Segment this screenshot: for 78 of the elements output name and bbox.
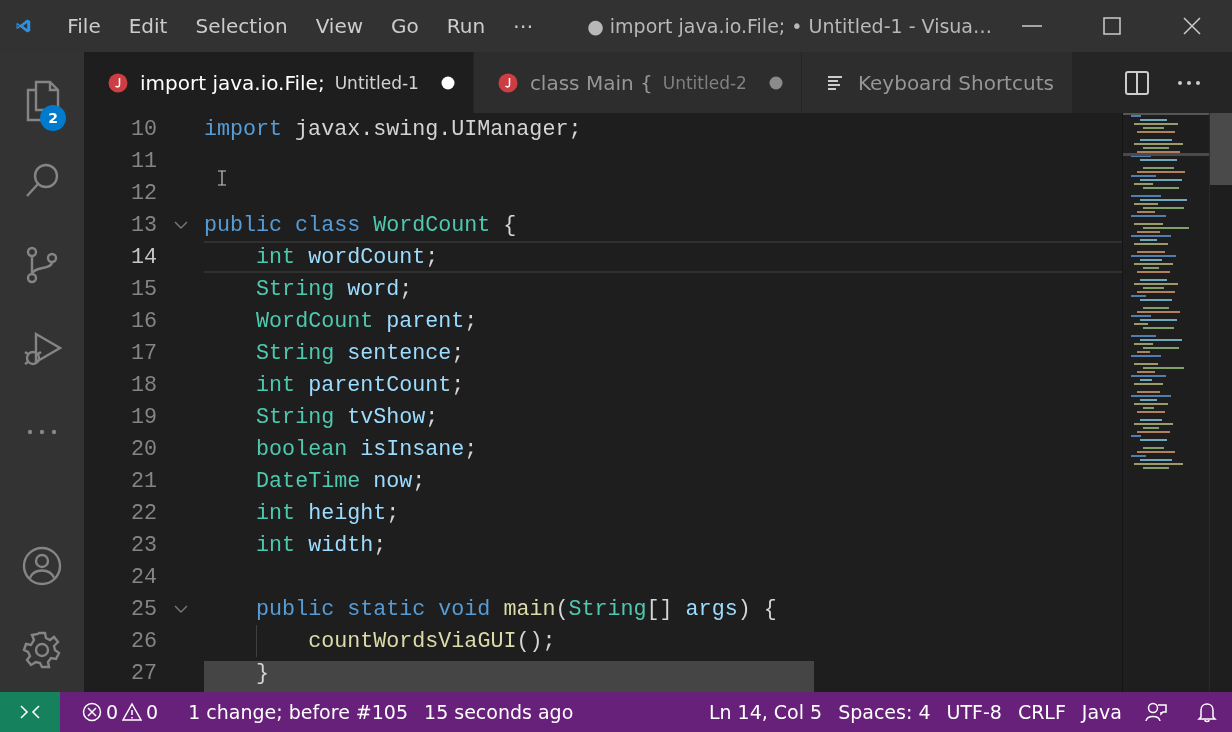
- code-line: }: [256, 660, 270, 686]
- code-line: String sentence;: [256, 340, 465, 366]
- editor-tab[interactable]: class Main { Untitled-2: [473, 52, 802, 113]
- line-number: 12: [129, 180, 157, 206]
- line-number: 14: [129, 244, 157, 270]
- mouse-text-cursor-icon: [217, 170, 227, 186]
- line-number: 17: [129, 340, 157, 366]
- status-item[interactable]: Ln 14, Col 5: [700, 701, 831, 723]
- status-item[interactable]: CRLF: [1009, 701, 1074, 723]
- line-number: 10: [129, 116, 157, 142]
- menu-item[interactable]: Run: [432, 14, 500, 38]
- code-line: String word;: [256, 276, 413, 302]
- line-number: 22: [129, 500, 157, 526]
- line-number: 16: [129, 308, 157, 334]
- status-item[interactable]: Spaces: 4: [830, 701, 939, 723]
- java-file-icon: [497, 72, 518, 93]
- line-number: 20: [129, 436, 157, 462]
- notification-badge: 2: [40, 105, 66, 131]
- menu-item[interactable]: File: [53, 14, 115, 38]
- error-count: 0: [106, 701, 119, 723]
- minimap-drawing[interactable]: [1122, 113, 1209, 692]
- line-number: 18: [129, 372, 157, 398]
- code-line: String tvShow;: [256, 404, 439, 430]
- problems-button[interactable]: 0 0: [74, 701, 167, 723]
- warning-count: 0: [146, 701, 159, 723]
- code-line: int wordCount;: [256, 244, 439, 270]
- code-line: DateTime now;: [256, 468, 426, 494]
- menu-item[interactable]: View: [301, 14, 378, 38]
- line-number: 21: [129, 468, 157, 494]
- unsaved-dot-icon: [440, 75, 455, 90]
- editor-tab[interactable]: import java.io.File; Untitled-1: [84, 52, 474, 113]
- feedback-icon[interactable]: [1144, 701, 1168, 723]
- settings-icon[interactable]: [22, 630, 62, 670]
- code-line: int width;: [256, 532, 387, 558]
- code-line: import javax.swing.UIManager;: [204, 116, 582, 142]
- line-number: 26: [129, 628, 157, 654]
- line-number: 25: [129, 596, 157, 622]
- window-title: ● import java.io.File; • Untitled-1 - Visua…: [586, 15, 992, 37]
- menu-item[interactable]: ⋯: [499, 14, 548, 38]
- line-number: 27: [129, 660, 157, 686]
- fold-chevron-icon[interactable]: [173, 221, 188, 229]
- line-number: 23: [129, 532, 157, 558]
- scrollbar-thumb[interactable]: [1210, 113, 1232, 185]
- menu-item[interactable]: Go: [377, 14, 433, 38]
- line-number: 19: [129, 404, 157, 430]
- java-file-icon: [108, 72, 128, 93]
- fold-chevron-icon[interactable]: [173, 605, 188, 613]
- status-item[interactable]: UTF-8: [938, 701, 1010, 723]
- warning-icon: [122, 702, 143, 722]
- remote-button[interactable]: [0, 692, 60, 732]
- code-line: WordCount parent;: [256, 308, 478, 334]
- notifications-icon[interactable]: [1196, 701, 1218, 723]
- menu-item[interactable]: Edit: [114, 14, 182, 38]
- tab-description: Untitled-2: [662, 72, 747, 93]
- line-number: 11: [129, 148, 157, 174]
- line-number: 13: [129, 212, 157, 238]
- code-line: int parentCount;: [256, 372, 465, 398]
- remote-icon: [19, 703, 41, 721]
- account-icon[interactable]: [22, 546, 62, 586]
- code-line: public static void main(String[] args) {: [256, 596, 777, 622]
- tab-description: Untitled-1: [334, 72, 419, 93]
- code-line: public class WordCount {: [204, 212, 517, 238]
- menu-item[interactable]: Selection: [181, 14, 302, 38]
- code-line: boolean isInsane;: [256, 436, 478, 462]
- code-line: int height;: [256, 500, 400, 526]
- split-editor-icon[interactable]: [1124, 69, 1150, 96]
- status-item[interactable]: Java: [1073, 701, 1130, 723]
- minimize-icon: [1022, 25, 1042, 27]
- close-icon: [1182, 16, 1202, 36]
- error-icon: [82, 702, 102, 722]
- editor-tab[interactable]: Keyboard Shortcuts: [801, 52, 1073, 113]
- code-line: countWordsViaGUI();: [308, 628, 556, 654]
- line-number: 24: [129, 564, 157, 590]
- maximize-icon: [1102, 16, 1122, 36]
- unsaved-dot-icon: [768, 75, 783, 90]
- status-item[interactable]: 15 seconds ago: [416, 701, 582, 723]
- status-item[interactable]: 1 change; before #105: [180, 701, 417, 723]
- line-number: 15: [129, 276, 157, 302]
